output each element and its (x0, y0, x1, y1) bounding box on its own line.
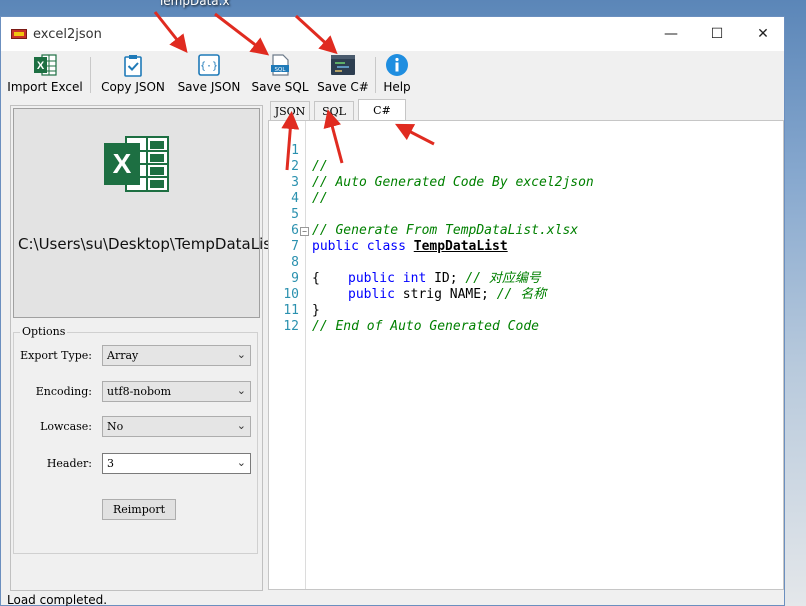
code-line: 4 (269, 175, 783, 206)
sql-icon-text: SQL (275, 67, 287, 73)
encoding-label: Encoding: (35, 385, 92, 398)
code-line: 10 } (269, 271, 783, 318)
encoding-select[interactable]: utf8-nobom ⌄ (102, 381, 251, 402)
header-label: Header: (46, 457, 92, 470)
save-json-button[interactable]: {·} Save JSON (175, 53, 243, 95)
export-type-value: Array (107, 349, 139, 362)
lowcase-value: No (107, 420, 124, 433)
toolbar-separator (375, 57, 376, 93)
left-panel: X C:\Users\su\Desktop\TempDataList.xlsx … (10, 105, 312, 591)
minimize-button[interactable]: — (648, 17, 694, 51)
desktop-file-label: TempData.x (158, 0, 230, 8)
chevron-down-icon: ⌄ (236, 456, 246, 469)
code-editor[interactable]: 1 // 2 // Auto Generated Code By excel2j… (268, 120, 784, 590)
code-line: 1 // (269, 127, 783, 174)
excel-drop-area[interactable]: X C:\Users\su\Desktop\TempDataList.xlsx (13, 108, 312, 318)
encoding-value: utf8-nobom (107, 385, 172, 398)
svg-text:X: X (37, 60, 45, 72)
svg-text:X: X (113, 148, 132, 179)
code-text: // End of Auto Generated Code (312, 319, 539, 334)
header-value: 3 (107, 457, 114, 470)
json-file-icon: {·} (196, 53, 222, 77)
code-line: 3 // (269, 159, 783, 206)
fold-toggle-icon[interactable]: − (300, 227, 309, 236)
reimport-button[interactable]: Reimport (102, 499, 176, 520)
code-line: 2 // Auto Generated Code By excel2json (269, 143, 783, 190)
code-line: 12 (269, 303, 783, 334)
tab-sql[interactable]: SQL (314, 101, 354, 121)
app-window: excel2json — ☐ ✕ X Import Excel Copy JSO… (0, 16, 785, 606)
code-line: 5 // Generate From TempDataList.xlsx (269, 191, 783, 238)
export-type-select[interactable]: Array ⌄ (102, 345, 251, 366)
sql-file-icon: SQL (267, 53, 293, 77)
import-excel-label: Import Excel (7, 80, 83, 94)
chevron-down-icon: ⌄ (236, 384, 246, 397)
excel-icon: X (32, 53, 58, 77)
app-icon (11, 29, 27, 39)
toolbar-separator (90, 57, 91, 93)
line-number: 12 (283, 319, 299, 334)
options-legend: Options (20, 325, 68, 338)
help-label: Help (383, 80, 411, 94)
code-line: 9 public strig NAME; // 名称 (269, 255, 783, 302)
copy-json-button[interactable]: Copy JSON (97, 53, 169, 95)
save-csharp-button[interactable]: Save C# (315, 53, 371, 95)
toolbar: X Import Excel Copy JSON {·} Save JSON S… (1, 51, 784, 97)
save-sql-label: Save SQL (251, 80, 309, 94)
svg-text:{·}: {·} (200, 61, 218, 72)
chevron-down-icon: ⌄ (236, 348, 246, 361)
save-json-label: Save JSON (177, 80, 241, 94)
help-button[interactable]: Help (379, 53, 415, 95)
lowcase-select[interactable]: No ⌄ (102, 416, 251, 437)
tab-json[interactable]: JSON (270, 101, 310, 121)
clipboard-check-icon (120, 53, 146, 77)
code-line: 8 public int ID; // 对应编号 (269, 239, 783, 286)
import-excel-button[interactable]: X Import Excel (7, 53, 83, 95)
export-type-label: Export Type: (20, 349, 92, 362)
maximize-button[interactable]: ☐ (694, 17, 740, 51)
tab-csharp[interactable]: C# (358, 99, 406, 121)
title-bar: excel2json — ☐ ✕ (1, 17, 784, 51)
close-button[interactable]: ✕ (740, 17, 786, 51)
copy-json-label: Copy JSON (101, 80, 165, 94)
save-sql-button[interactable]: SQL Save SQL (249, 53, 311, 95)
info-icon (384, 53, 410, 77)
code-line: 7 − { (269, 223, 783, 286)
file-path: C:\Users\su\Desktop\TempDataList.xlsx (18, 235, 312, 253)
window-title: excel2json (33, 27, 102, 42)
chevron-down-icon: ⌄ (236, 419, 246, 432)
status-bar: Load completed. (7, 593, 108, 606)
code-line: 6 public class TempDataList (269, 207, 783, 254)
excel-large-icon: X (102, 133, 170, 198)
code-line: 11 // End of Auto Generated Code (269, 287, 783, 334)
save-csharp-label: Save C# (317, 80, 369, 94)
header-combobox[interactable]: 3 ⌄ (102, 453, 251, 474)
code-editor-icon (330, 53, 356, 77)
options-group: Options Export Type: Array ⌄ Encoding: u… (13, 325, 258, 554)
lowcase-label: Lowcase: (40, 420, 92, 433)
